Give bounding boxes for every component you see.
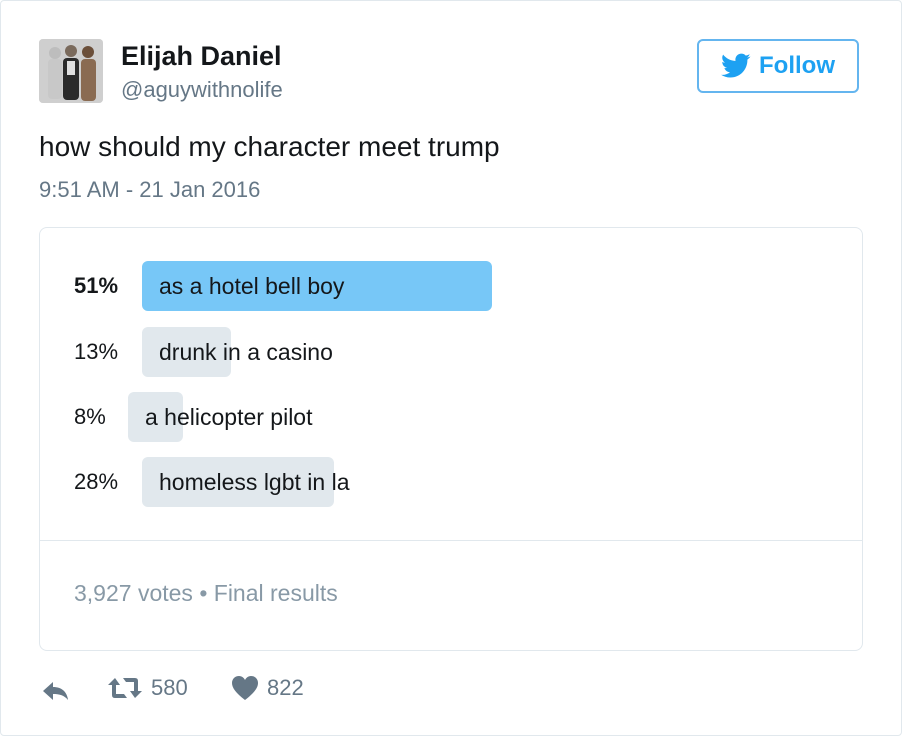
display-name[interactable]: Elijah Daniel (121, 41, 282, 72)
follow-button[interactable]: Follow (697, 39, 859, 93)
tweet-text: how should my character meet trump (39, 131, 500, 162)
poll-vote-count: 3,927 votes (74, 580, 193, 606)
like-count: 822 (267, 675, 304, 700)
poll-choice-label: as a hotel bell boy (159, 273, 345, 299)
poll-choice-percent: 28% (74, 469, 119, 494)
like-button[interactable]: 822 (231, 675, 304, 701)
follow-label: Follow (759, 52, 835, 79)
poll-divider (40, 540, 862, 541)
poll-status: Final results (213, 580, 338, 606)
avatar-photo (39, 39, 103, 103)
poll-choice: 8% a helicopter pilot (40, 392, 862, 442)
user-handle[interactable]: @aguywithnolife (121, 77, 283, 103)
poll-choice: 51% as a hotel bell boy (40, 261, 862, 311)
heart-icon (232, 676, 258, 700)
poll-choice-label: homeless lgbt in la (159, 469, 350, 495)
tweet-card: Elijah Daniel @aguywithnolife Follow how… (0, 0, 902, 736)
retweet-button[interactable]: 580 (107, 675, 188, 701)
tweet-timestamp[interactable]: 9:51 AM - 21 Jan 2016 (39, 177, 260, 203)
poll-choice-label: a helicopter pilot (145, 404, 313, 430)
poll-choice: 28% homeless lgbt in la (40, 457, 862, 507)
retweet-icon (108, 678, 142, 698)
avatar[interactable] (39, 39, 103, 103)
retweet-count: 580 (151, 675, 188, 700)
poll-choice: 13% drunk in a casino (40, 327, 862, 377)
poll-choice-percent: 51% (74, 273, 119, 298)
twitter-bird-icon (721, 53, 751, 78)
poll-choice-percent: 13% (74, 339, 119, 364)
poll: 51% as a hotel bell boy 13% drunk in a c… (39, 227, 863, 651)
poll-footer: 3,927 votes • Final results (74, 580, 338, 607)
poll-choice-percent: 8% (74, 404, 106, 429)
reply-button[interactable] (41, 679, 71, 703)
reply-icon (43, 682, 68, 700)
poll-choice-label: drunk in a casino (159, 339, 333, 365)
poll-separator: • (199, 580, 208, 606)
